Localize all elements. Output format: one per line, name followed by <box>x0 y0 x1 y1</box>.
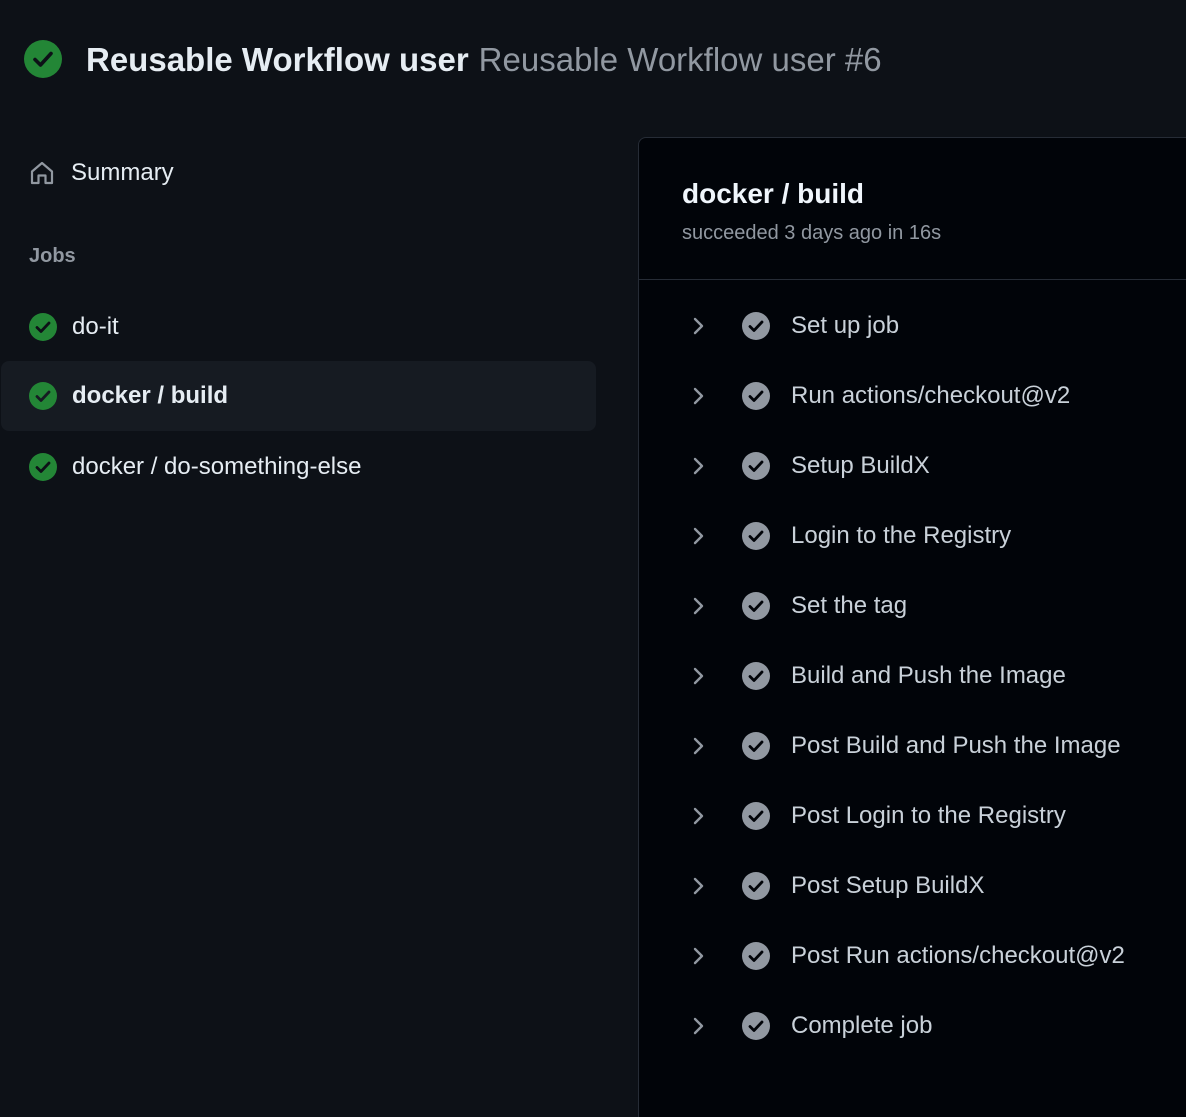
step-label: Login to the Registry <box>791 522 1012 549</box>
chevron-right-icon[interactable] <box>687 665 709 687</box>
chevron-right-icon[interactable] <box>687 595 709 617</box>
chevron-right-icon[interactable] <box>687 735 709 757</box>
chevron-right-icon[interactable] <box>687 945 709 967</box>
check-circle-icon <box>742 452 770 480</box>
step-label: Setup BuildX <box>791 452 930 479</box>
job-meta: succeeded 3 days ago in 16s <box>682 222 942 244</box>
chevron-right-icon[interactable] <box>687 1015 709 1037</box>
step-row[interactable]: Post Build and Push the Image <box>639 711 1186 781</box>
success-check-icon <box>29 313 57 341</box>
check-circle-icon <box>742 942 770 970</box>
step-label: Post Build and Push the Image <box>791 732 1121 759</box>
step-label: Set up job <box>791 312 900 339</box>
job-item-do-it[interactable]: do-it <box>1 292 596 362</box>
step-row[interactable]: Post Run actions/checkout@v2 <box>639 921 1186 991</box>
step-row[interactable]: Build and Push the Image <box>639 641 1186 711</box>
step-row[interactable]: Setup BuildX <box>639 431 1186 501</box>
step-label: Complete job <box>791 1012 933 1039</box>
check-circle-icon <box>742 802 770 830</box>
chevron-right-icon[interactable] <box>687 315 709 337</box>
check-circle-icon <box>742 1012 770 1040</box>
check-circle-icon <box>742 312 770 340</box>
step-row[interactable]: Run actions/checkout@v2 <box>639 361 1186 431</box>
run-header: Reusable Workflow user Reusable Workflow… <box>0 0 1186 120</box>
check-circle-icon <box>742 872 770 900</box>
success-check-icon <box>29 382 57 410</box>
summary-link[interactable]: Summary <box>0 137 596 209</box>
step-label: Post Run actions/checkout@v2 <box>791 942 1125 969</box>
job-label: do-it <box>72 313 119 340</box>
step-label: Run actions/checkout@v2 <box>791 382 1071 409</box>
step-row[interactable]: Set up job <box>639 291 1186 361</box>
step-label: Set the tag <box>791 592 908 619</box>
check-circle-icon <box>742 522 770 550</box>
job-panel: docker / build succeeded 3 days ago in 1… <box>638 137 1186 1117</box>
job-title: docker / build <box>682 178 865 209</box>
chevron-right-icon[interactable] <box>687 455 709 477</box>
success-check-icon <box>29 453 57 481</box>
check-circle-icon <box>742 592 770 620</box>
step-row[interactable]: Complete job <box>639 991 1186 1061</box>
job-item-docker-build[interactable]: docker / build <box>1 361 596 431</box>
chevron-right-icon[interactable] <box>687 525 709 547</box>
step-label: Build and Push the Image <box>791 662 1066 689</box>
step-row[interactable]: Post Login to the Registry <box>639 781 1186 851</box>
step-row[interactable]: Login to the Registry <box>639 501 1186 571</box>
steps-list: Set up job Run actions/checkout@v2 Setup B… <box>639 291 1186 1061</box>
success-check-icon <box>24 40 62 78</box>
check-circle-icon <box>742 662 770 690</box>
summary-label: Summary <box>71 159 174 186</box>
chevron-right-icon[interactable] <box>687 385 709 407</box>
run-title: Reusable Workflow user #6 <box>478 41 882 78</box>
step-row[interactable]: Post Setup BuildX <box>639 851 1186 921</box>
jobs-heading: Jobs <box>29 245 76 267</box>
chevron-right-icon[interactable] <box>687 875 709 897</box>
check-circle-icon <box>742 732 770 760</box>
step-label: Post Login to the Registry <box>791 802 1066 829</box>
check-circle-icon <box>742 382 770 410</box>
step-label: Post Setup BuildX <box>791 872 985 899</box>
job-item-docker-do-something-else[interactable]: docker / do-something-else <box>1 432 596 502</box>
job-panel-header: docker / build succeeded 3 days ago in 1… <box>639 138 1186 280</box>
step-row[interactable]: Set the tag <box>639 571 1186 641</box>
job-label: docker / do-something-else <box>72 453 362 480</box>
workflow-name: Reusable Workflow user <box>86 41 469 78</box>
job-label: docker / build <box>72 382 229 409</box>
chevron-right-icon[interactable] <box>687 805 709 827</box>
home-icon <box>30 161 54 185</box>
